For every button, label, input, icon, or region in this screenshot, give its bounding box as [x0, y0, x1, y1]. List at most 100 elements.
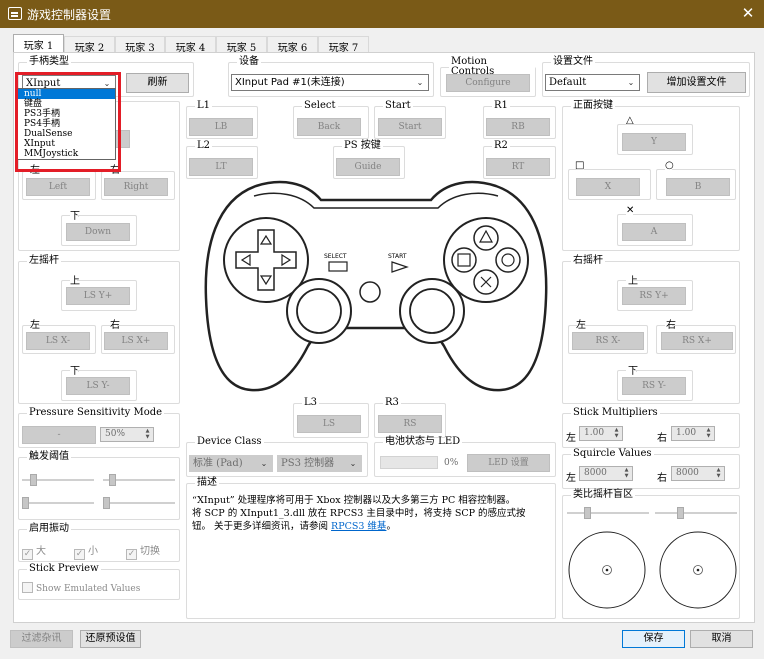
rs-down-button[interactable]: RS Y-	[622, 377, 686, 395]
chevron-down-icon: ⌄	[349, 459, 357, 468]
lb-button[interactable]: LB	[189, 118, 253, 136]
start-label: Start	[385, 100, 411, 111]
trigger-slider-l-top[interactable]	[22, 474, 94, 486]
deadzone-preview	[568, 531, 737, 609]
trigger-label: 触发阈值	[29, 451, 69, 462]
battery-bar	[380, 456, 438, 469]
pressure-spin[interactable]: 50% ▲ ▼	[100, 427, 154, 442]
l1-label: L1	[197, 100, 211, 111]
ls-click-button[interactable]: LS	[297, 415, 361, 433]
deadzone-right-slider[interactable]	[655, 507, 737, 519]
ls-right-button[interactable]: LS X+	[104, 332, 168, 350]
description-label: 描述	[197, 477, 217, 488]
tab-player-7[interactable]: 玩家 7	[318, 36, 369, 54]
config-select[interactable]: Default ⌄	[545, 74, 640, 91]
tab-player-5[interactable]: 玩家 5	[216, 36, 267, 54]
filter-noise-button[interactable]: 过滤杂讯	[10, 630, 73, 648]
dpad-right-button[interactable]: Right	[104, 178, 168, 196]
device-class-value: 标准 (Pad)	[193, 458, 243, 469]
mult-left-label: 左	[566, 433, 576, 444]
x-button[interactable]: X	[576, 178, 640, 196]
lt-button[interactable]: LT	[189, 158, 253, 176]
left-stick-label: 左摇杆	[29, 255, 59, 266]
start-button[interactable]: Start	[378, 118, 442, 136]
trigger-slider-r-top[interactable]	[103, 474, 175, 486]
rs-left-button[interactable]: RS X-	[572, 332, 644, 350]
led-settings-button[interactable]: LED 设置	[467, 454, 550, 472]
description-line-3: 钮。 关于更多详细资讯，请参阅	[192, 521, 332, 532]
description-text: “XInput” 处理程序将可用于 Xbox 控制器以及大多第三方 PC 相容控…	[192, 494, 552, 533]
mult-right-spin[interactable]: 1.00 ▲ ▼	[671, 426, 715, 441]
close-icon[interactable]: ✕	[740, 4, 756, 22]
mult-left-value: 1.00	[584, 428, 605, 438]
ps-label: PS 按键	[344, 140, 381, 151]
chevron-down-icon: ⌄	[627, 78, 635, 87]
squircle-left-label: 左	[566, 473, 576, 484]
deadzone-left-slider[interactable]	[567, 507, 649, 519]
squircle-right-spin[interactable]: 8000 ▲ ▼	[671, 466, 725, 481]
tab-player-1[interactable]: 玩家 1	[13, 34, 64, 54]
battery-label: 电池状态与 LED	[385, 436, 461, 447]
vibration-large-label: 大	[36, 546, 46, 557]
battery-percent: 0%	[444, 458, 459, 468]
tab-player-2[interactable]: 玩家 2	[64, 36, 115, 54]
squircle-right-label: 右	[657, 473, 667, 484]
wiki-link[interactable]: RPCS3 维基	[331, 521, 386, 532]
vibration-large-checkbox[interactable]: ✓ 大	[22, 542, 46, 560]
device-type-select[interactable]: PS3 控制器 ⌄	[277, 455, 362, 472]
refresh-button[interactable]: 刷新	[126, 73, 189, 93]
a-button[interactable]: A	[622, 223, 686, 241]
deadzone-label: 类比摇杆盲区	[573, 489, 633, 500]
tab-player-3[interactable]: 玩家 3	[115, 36, 165, 54]
ls-up-button[interactable]: LS Y+	[66, 287, 130, 305]
rb-button[interactable]: RB	[486, 118, 550, 136]
select-label: Select	[304, 100, 336, 111]
back-button[interactable]: Back	[297, 118, 361, 136]
check-icon: ✓	[126, 549, 137, 560]
add-config-button[interactable]: 增加设置文件	[647, 72, 746, 93]
pressure-button[interactable]: -	[22, 426, 96, 444]
config-value: Default	[549, 77, 587, 88]
tab-player-4[interactable]: 玩家 4	[165, 36, 216, 54]
pressure-label: Pressure Sensitivity Mode	[29, 407, 163, 418]
device-class-select[interactable]: 标准 (Pad) ⌄	[189, 455, 273, 472]
handler-label: 手柄类型	[29, 56, 69, 67]
restore-defaults-button[interactable]: 还原预设值	[80, 630, 141, 648]
guide-button[interactable]: Guide	[336, 158, 400, 176]
l2-label: L2	[197, 140, 211, 151]
l3-label: L3	[304, 397, 318, 408]
rs-up-button[interactable]: RS Y+	[622, 287, 686, 305]
description-line-3-end: 。	[386, 521, 396, 532]
squircle-left-spin[interactable]: 8000 ▲ ▼	[579, 466, 633, 481]
trigger-slider-r-bottom[interactable]	[103, 497, 175, 509]
dpad-down-button[interactable]: Down	[66, 223, 130, 241]
save-button[interactable]: 保存	[622, 630, 685, 648]
ls-down-button[interactable]: LS Y-	[66, 377, 130, 395]
vibration-switch-checkbox[interactable]: ✓ 切换	[126, 542, 160, 560]
vibration-small-label: 小	[88, 546, 98, 557]
vibration-small-checkbox[interactable]: ✓ 小	[74, 542, 98, 560]
ls-left-button[interactable]: LS X-	[26, 332, 90, 350]
rt-button[interactable]: RT	[486, 158, 550, 176]
y-button[interactable]: Y	[622, 133, 686, 151]
trigger-group: 触发阈值	[18, 452, 180, 520]
spin-arrows-icon: ▲ ▼	[716, 467, 721, 479]
spin-arrows-icon: ▲ ▼	[145, 428, 150, 440]
device-select[interactable]: XInput Pad #1(未连接) ⌄	[231, 74, 429, 91]
config-label: 设置文件	[553, 56, 593, 67]
configure-button[interactable]: Configure	[446, 74, 530, 92]
device-label: 设备	[239, 56, 259, 67]
rs-click-button[interactable]: RS	[378, 415, 442, 433]
show-emulated-checkbox[interactable]: Show Emulated Values	[22, 582, 140, 594]
tab-player-6[interactable]: 玩家 6	[267, 36, 318, 54]
trigger-slider-l-bottom[interactable]	[22, 497, 94, 509]
mult-left-spin[interactable]: 1.00 ▲ ▼	[579, 426, 623, 441]
cancel-button[interactable]: 取消	[690, 630, 753, 648]
check-icon: ✓	[22, 549, 33, 560]
mult-right-value: 1.00	[676, 428, 697, 438]
dpad-left-button[interactable]: Left	[26, 178, 90, 196]
b-button[interactable]: B	[666, 178, 730, 196]
rs-right-button[interactable]: RS X+	[661, 332, 733, 350]
vibration-label: 启用振动	[29, 523, 69, 534]
squircle-label: Squircle Values	[573, 448, 652, 459]
